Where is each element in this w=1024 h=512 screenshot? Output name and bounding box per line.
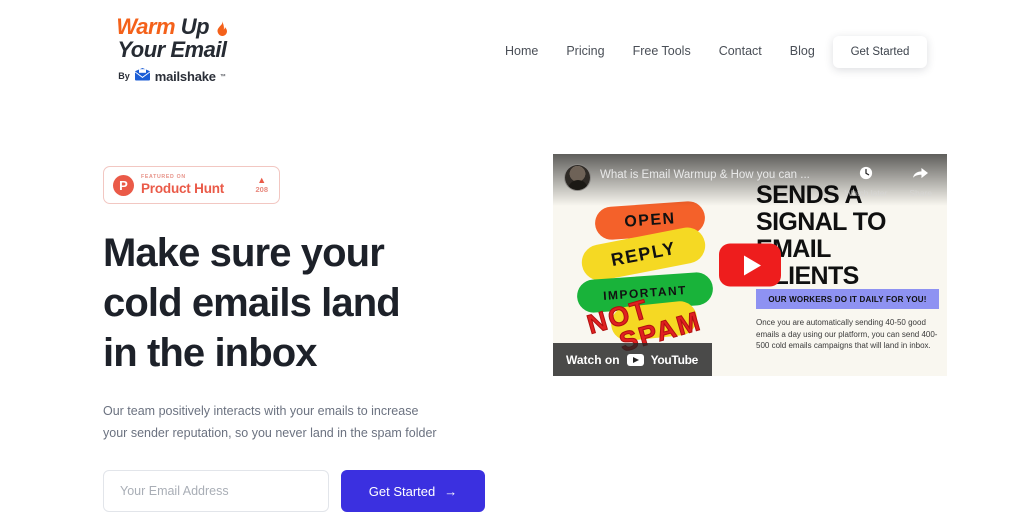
nav-item-pricing[interactable]: Pricing bbox=[566, 44, 604, 58]
logo-by-label: By bbox=[118, 71, 130, 81]
product-hunt-featured-label: FEATURED ON bbox=[141, 173, 186, 180]
clock-icon bbox=[845, 166, 888, 183]
play-triangle-icon bbox=[743, 255, 761, 275]
nav-item-contact[interactable]: Contact bbox=[719, 44, 762, 58]
arrow-right-icon: → bbox=[444, 483, 458, 499]
thumbnail-banner: OUR WORKERS DO IT DAILY FOR YOU! bbox=[756, 289, 939, 309]
header-get-started-button[interactable]: Get Started bbox=[833, 36, 927, 68]
upvote-caret-icon: ▲ bbox=[257, 175, 267, 186]
thumbnail-body-text: Once you are automatically sending 40-50… bbox=[756, 317, 946, 352]
video-title[interactable]: What is Email Warmup & How you can ... bbox=[600, 169, 836, 181]
headline-line-2: cold emails land bbox=[103, 281, 401, 325]
youtube-logo-icon bbox=[626, 353, 644, 366]
play-button[interactable] bbox=[719, 243, 781, 287]
logo-up-text: Up bbox=[180, 14, 210, 39]
watch-on-label: Watch on bbox=[566, 352, 620, 367]
landing-page: Warm Up Your Email By mailshake ™ Home P… bbox=[0, 0, 1024, 512]
headline-line-1: Make sure your bbox=[103, 231, 385, 275]
thumb-heading-line-2: SIGNAL TO bbox=[756, 208, 886, 236]
email-input[interactable] bbox=[103, 470, 329, 512]
youtube-label: YouTube bbox=[650, 352, 699, 367]
channel-avatar[interactable] bbox=[564, 164, 591, 191]
watch-later-label: Watch later bbox=[844, 188, 888, 198]
hero-subheadline: Our team positively interacts with your … bbox=[103, 400, 443, 444]
video-top-bar: What is Email Warmup & How you can ... W… bbox=[553, 154, 947, 206]
video-actions: Watch later Share bbox=[845, 166, 936, 201]
watch-on-youtube-button[interactable]: Watch on YouTube bbox=[553, 343, 713, 376]
logo-warm-text: Warm bbox=[116, 14, 176, 39]
subhead-line-2: sender reputation, so you never land in … bbox=[130, 426, 437, 440]
product-hunt-badge[interactable]: P FEATURED ON Product Hunt ▲ 208 bbox=[103, 166, 280, 204]
product-hunt-text: FEATURED ON Product Hunt bbox=[141, 173, 248, 196]
watch-later-button[interactable]: Watch later bbox=[844, 166, 888, 201]
headline-line-3: in the inbox bbox=[103, 331, 318, 375]
hero-headline: Make sure your cold emails land in the i… bbox=[103, 228, 523, 378]
primary-nav: Home Pricing Free Tools Contact Blog Log… bbox=[505, 44, 873, 58]
logo-line-2: Your Email bbox=[117, 37, 227, 62]
mailshake-envelope-icon bbox=[134, 68, 151, 85]
product-hunt-logo-icon: P bbox=[113, 174, 134, 196]
hero-get-started-button[interactable]: Get Started → bbox=[341, 470, 485, 512]
mailshake-wordmark: mailshake bbox=[154, 69, 216, 84]
logo-partner-row: By mailshake ™ bbox=[102, 68, 242, 85]
video-player[interactable]: OPEN REPLY IMPORTANT NOT SPAM SENDS A SI… bbox=[553, 154, 947, 376]
flame-icon bbox=[216, 18, 228, 40]
nav-item-free-tools[interactable]: Free Tools bbox=[633, 44, 691, 58]
product-hunt-votes: ▲ 208 bbox=[255, 176, 270, 194]
nav-item-blog[interactable]: Blog bbox=[790, 44, 815, 58]
thumb-body-line-3: campaigns that will land in inbox. bbox=[813, 341, 931, 350]
nav-item-home[interactable]: Home bbox=[505, 44, 538, 58]
site-logo[interactable]: Warm Up Your Email By mailshake ™ bbox=[102, 16, 242, 85]
site-header: Warm Up Your Email By mailshake ™ Home P… bbox=[0, 0, 1024, 104]
share-label: Share bbox=[909, 188, 932, 198]
share-arrow-icon bbox=[909, 166, 932, 183]
logo-line-1: Warm Up bbox=[102, 16, 242, 38]
product-hunt-name: Product Hunt bbox=[141, 180, 225, 196]
share-button[interactable]: Share bbox=[909, 166, 932, 201]
upvote-count: 208 bbox=[255, 185, 268, 195]
hero-cta-label: Get Started bbox=[368, 483, 436, 499]
trademark-symbol: ™ bbox=[219, 73, 226, 80]
